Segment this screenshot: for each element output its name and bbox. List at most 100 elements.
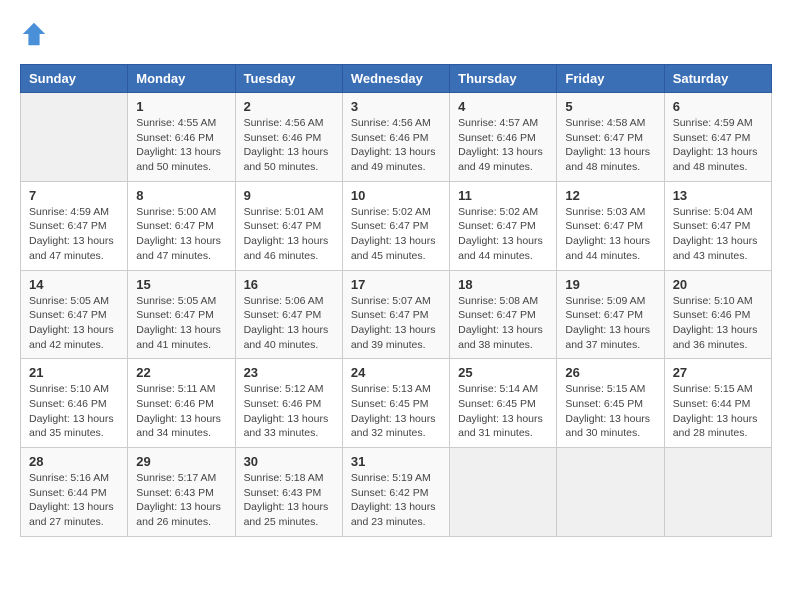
weekday-header-saturday: Saturday [664, 65, 771, 93]
day-detail: Sunrise: 5:03 AMSunset: 6:47 PMDaylight:… [565, 205, 655, 264]
day-detail: Sunrise: 5:12 AMSunset: 6:46 PMDaylight:… [244, 382, 334, 441]
day-detail: Sunrise: 5:16 AMSunset: 6:44 PMDaylight:… [29, 471, 119, 530]
calendar-cell: 18 Sunrise: 5:08 AMSunset: 6:47 PMDaylig… [450, 270, 557, 359]
day-detail: Sunrise: 4:56 AMSunset: 6:46 PMDaylight:… [351, 116, 441, 175]
calendar-cell: 4 Sunrise: 4:57 AMSunset: 6:46 PMDayligh… [450, 93, 557, 182]
calendar-cell: 5 Sunrise: 4:58 AMSunset: 6:47 PMDayligh… [557, 93, 664, 182]
weekday-header-sunday: Sunday [21, 65, 128, 93]
calendar-cell [557, 448, 664, 537]
logo [20, 20, 52, 48]
day-number: 24 [351, 365, 441, 380]
day-number: 28 [29, 454, 119, 469]
calendar-cell: 28 Sunrise: 5:16 AMSunset: 6:44 PMDaylig… [21, 448, 128, 537]
calendar-cell: 26 Sunrise: 5:15 AMSunset: 6:45 PMDaylig… [557, 359, 664, 448]
day-detail: Sunrise: 5:18 AMSunset: 6:43 PMDaylight:… [244, 471, 334, 530]
day-detail: Sunrise: 5:06 AMSunset: 6:47 PMDaylight:… [244, 294, 334, 353]
day-number: 17 [351, 277, 441, 292]
day-detail: Sunrise: 5:13 AMSunset: 6:45 PMDaylight:… [351, 382, 441, 441]
weekday-header-tuesday: Tuesday [235, 65, 342, 93]
day-number: 18 [458, 277, 548, 292]
day-detail: Sunrise: 4:58 AMSunset: 6:47 PMDaylight:… [565, 116, 655, 175]
calendar-cell [21, 93, 128, 182]
calendar-cell: 15 Sunrise: 5:05 AMSunset: 6:47 PMDaylig… [128, 270, 235, 359]
day-number: 22 [136, 365, 226, 380]
day-number: 14 [29, 277, 119, 292]
day-detail: Sunrise: 5:19 AMSunset: 6:42 PMDaylight:… [351, 471, 441, 530]
day-detail: Sunrise: 5:02 AMSunset: 6:47 PMDaylight:… [458, 205, 548, 264]
day-detail: Sunrise: 4:57 AMSunset: 6:46 PMDaylight:… [458, 116, 548, 175]
day-detail: Sunrise: 5:10 AMSunset: 6:46 PMDaylight:… [673, 294, 763, 353]
day-number: 21 [29, 365, 119, 380]
day-number: 31 [351, 454, 441, 469]
day-number: 23 [244, 365, 334, 380]
calendar-cell: 6 Sunrise: 4:59 AMSunset: 6:47 PMDayligh… [664, 93, 771, 182]
calendar-cell: 11 Sunrise: 5:02 AMSunset: 6:47 PMDaylig… [450, 181, 557, 270]
day-number: 5 [565, 99, 655, 114]
day-detail: Sunrise: 5:15 AMSunset: 6:45 PMDaylight:… [565, 382, 655, 441]
day-detail: Sunrise: 5:05 AMSunset: 6:47 PMDaylight:… [29, 294, 119, 353]
day-detail: Sunrise: 5:04 AMSunset: 6:47 PMDaylight:… [673, 205, 763, 264]
day-number: 10 [351, 188, 441, 203]
day-number: 13 [673, 188, 763, 203]
calendar-cell: 31 Sunrise: 5:19 AMSunset: 6:42 PMDaylig… [342, 448, 449, 537]
day-detail: Sunrise: 5:17 AMSunset: 6:43 PMDaylight:… [136, 471, 226, 530]
calendar-table: SundayMondayTuesdayWednesdayThursdayFrid… [20, 64, 772, 537]
day-detail: Sunrise: 5:05 AMSunset: 6:47 PMDaylight:… [136, 294, 226, 353]
day-detail: Sunrise: 4:59 AMSunset: 6:47 PMDaylight:… [29, 205, 119, 264]
calendar-cell: 13 Sunrise: 5:04 AMSunset: 6:47 PMDaylig… [664, 181, 771, 270]
calendar-cell: 2 Sunrise: 4:56 AMSunset: 6:46 PMDayligh… [235, 93, 342, 182]
calendar-cell: 25 Sunrise: 5:14 AMSunset: 6:45 PMDaylig… [450, 359, 557, 448]
calendar-week-3: 14 Sunrise: 5:05 AMSunset: 6:47 PMDaylig… [21, 270, 772, 359]
calendar-cell: 8 Sunrise: 5:00 AMSunset: 6:47 PMDayligh… [128, 181, 235, 270]
calendar-cell: 16 Sunrise: 5:06 AMSunset: 6:47 PMDaylig… [235, 270, 342, 359]
day-detail: Sunrise: 4:56 AMSunset: 6:46 PMDaylight:… [244, 116, 334, 175]
calendar-cell: 21 Sunrise: 5:10 AMSunset: 6:46 PMDaylig… [21, 359, 128, 448]
day-detail: Sunrise: 5:08 AMSunset: 6:47 PMDaylight:… [458, 294, 548, 353]
weekday-header-monday: Monday [128, 65, 235, 93]
calendar-cell: 1 Sunrise: 4:55 AMSunset: 6:46 PMDayligh… [128, 93, 235, 182]
calendar-cell: 19 Sunrise: 5:09 AMSunset: 6:47 PMDaylig… [557, 270, 664, 359]
day-detail: Sunrise: 5:02 AMSunset: 6:47 PMDaylight:… [351, 205, 441, 264]
day-detail: Sunrise: 5:14 AMSunset: 6:45 PMDaylight:… [458, 382, 548, 441]
day-number: 7 [29, 188, 119, 203]
calendar-cell: 3 Sunrise: 4:56 AMSunset: 6:46 PMDayligh… [342, 93, 449, 182]
day-number: 3 [351, 99, 441, 114]
day-number: 9 [244, 188, 334, 203]
calendar-cell: 23 Sunrise: 5:12 AMSunset: 6:46 PMDaylig… [235, 359, 342, 448]
day-number: 29 [136, 454, 226, 469]
calendar-cell: 30 Sunrise: 5:18 AMSunset: 6:43 PMDaylig… [235, 448, 342, 537]
day-detail: Sunrise: 5:10 AMSunset: 6:46 PMDaylight:… [29, 382, 119, 441]
calendar-week-4: 21 Sunrise: 5:10 AMSunset: 6:46 PMDaylig… [21, 359, 772, 448]
calendar-cell: 10 Sunrise: 5:02 AMSunset: 6:47 PMDaylig… [342, 181, 449, 270]
day-number: 8 [136, 188, 226, 203]
calendar-cell: 12 Sunrise: 5:03 AMSunset: 6:47 PMDaylig… [557, 181, 664, 270]
calendar-cell [664, 448, 771, 537]
day-detail: Sunrise: 5:00 AMSunset: 6:47 PMDaylight:… [136, 205, 226, 264]
day-detail: Sunrise: 5:01 AMSunset: 6:47 PMDaylight:… [244, 205, 334, 264]
day-detail: Sunrise: 5:09 AMSunset: 6:47 PMDaylight:… [565, 294, 655, 353]
weekday-header-wednesday: Wednesday [342, 65, 449, 93]
day-number: 19 [565, 277, 655, 292]
calendar-cell: 14 Sunrise: 5:05 AMSunset: 6:47 PMDaylig… [21, 270, 128, 359]
day-number: 6 [673, 99, 763, 114]
day-number: 20 [673, 277, 763, 292]
day-number: 30 [244, 454, 334, 469]
logo-icon [20, 20, 48, 48]
day-number: 4 [458, 99, 548, 114]
calendar-week-2: 7 Sunrise: 4:59 AMSunset: 6:47 PMDayligh… [21, 181, 772, 270]
calendar-week-1: 1 Sunrise: 4:55 AMSunset: 6:46 PMDayligh… [21, 93, 772, 182]
day-number: 26 [565, 365, 655, 380]
day-detail: Sunrise: 5:07 AMSunset: 6:47 PMDaylight:… [351, 294, 441, 353]
page-header [20, 20, 772, 48]
calendar-cell: 17 Sunrise: 5:07 AMSunset: 6:47 PMDaylig… [342, 270, 449, 359]
calendar-cell: 7 Sunrise: 4:59 AMSunset: 6:47 PMDayligh… [21, 181, 128, 270]
calendar-cell: 24 Sunrise: 5:13 AMSunset: 6:45 PMDaylig… [342, 359, 449, 448]
day-number: 1 [136, 99, 226, 114]
day-number: 2 [244, 99, 334, 114]
day-number: 16 [244, 277, 334, 292]
calendar-cell: 27 Sunrise: 5:15 AMSunset: 6:44 PMDaylig… [664, 359, 771, 448]
day-detail: Sunrise: 4:59 AMSunset: 6:47 PMDaylight:… [673, 116, 763, 175]
day-detail: Sunrise: 5:15 AMSunset: 6:44 PMDaylight:… [673, 382, 763, 441]
weekday-header-friday: Friday [557, 65, 664, 93]
day-number: 25 [458, 365, 548, 380]
